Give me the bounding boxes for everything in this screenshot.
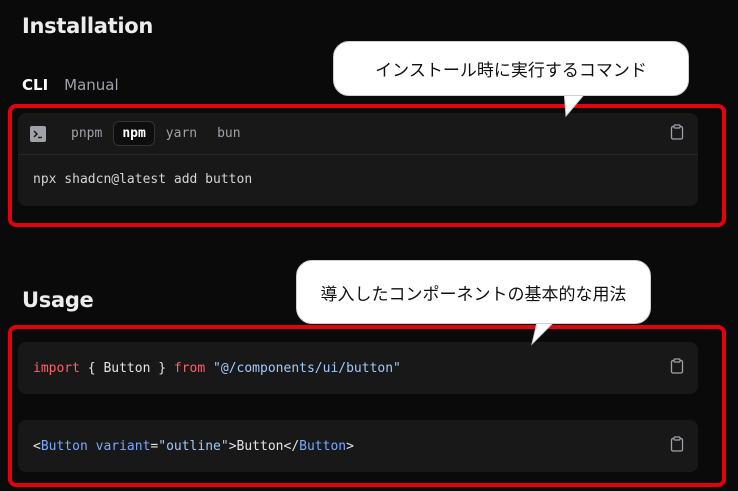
install-tabs: CLI Manual bbox=[22, 76, 119, 94]
callout-install-text: インストール時に実行するコマンド bbox=[375, 61, 647, 81]
callout-usage-text: 導入したコンポーネントの基本的な用法 bbox=[320, 284, 627, 305]
install-highlight-box bbox=[8, 104, 726, 227]
tab-cli[interactable]: CLI bbox=[22, 76, 48, 94]
tab-manual[interactable]: Manual bbox=[64, 76, 119, 94]
usage-heading: Usage bbox=[22, 288, 94, 312]
callout-usage: 導入したコンポーネントの基本的な用法 bbox=[296, 260, 651, 324]
usage-highlight-box bbox=[8, 325, 726, 487]
installation-heading: Installation bbox=[22, 14, 154, 38]
callout-install: インストール時に実行するコマンド bbox=[333, 41, 689, 96]
